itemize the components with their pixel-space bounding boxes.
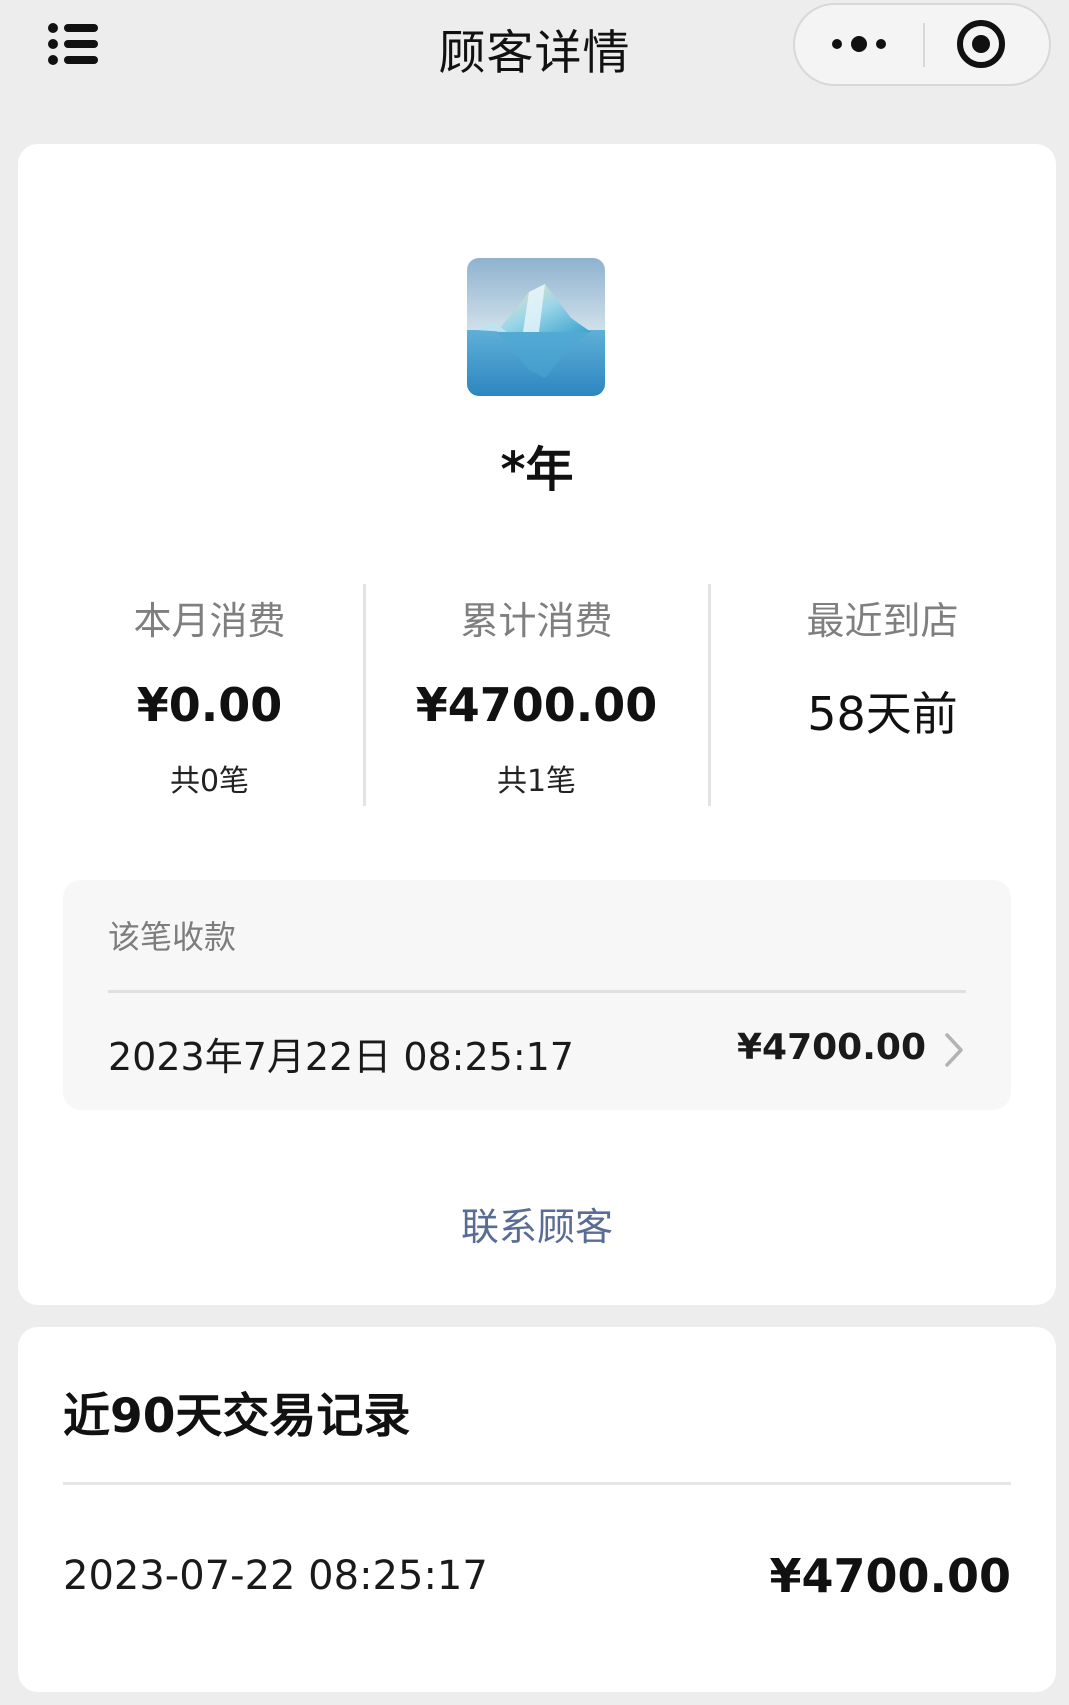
target-close-icon[interactable] xyxy=(925,5,1049,84)
transaction-history-card: 近90天交易记录 2023-07-22 08:25:17 ¥4700.00 xyxy=(18,1327,1056,1692)
payment-row[interactable]: 2023年7月22日 08:25:17 ¥4700.00 xyxy=(63,994,1011,1108)
customer-name: *年 xyxy=(500,442,574,498)
transaction-amount: ¥4700.00 xyxy=(769,1549,1011,1603)
transaction-datetime: 2023-07-22 08:25:17 xyxy=(63,1553,488,1599)
customer-stats: 本月消费 ¥0.00 共0笔 累计消费 ¥4700.00 共1笔 最近到店 58… xyxy=(18,584,1056,810)
payment-section-title: 该笔收款 xyxy=(108,918,237,956)
stat-label: 最近到店 xyxy=(806,599,959,643)
payment-amount: ¥4700.00 xyxy=(736,1027,926,1068)
stat-value: ¥0.00 xyxy=(136,678,283,732)
avatar xyxy=(467,258,605,396)
payment-datetime: 2023年7月22日 08:25:17 xyxy=(108,1035,574,1079)
customer-profile-card: *年 本月消费 ¥0.00 共0笔 累计消费 ¥4700.00 共1笔 最近到店… xyxy=(18,144,1056,1305)
stat-monthly-spend: 本月消费 ¥0.00 共0笔 xyxy=(37,584,382,810)
contact-customer-button[interactable]: 联系顾客 xyxy=(18,1196,1056,1251)
chevron-right-icon xyxy=(944,1032,964,1068)
stat-count: 共1笔 xyxy=(496,764,577,799)
stat-label: 本月消费 xyxy=(133,599,286,643)
stat-value: 58天前 xyxy=(807,687,958,741)
divider xyxy=(63,1482,1011,1485)
more-dots-icon[interactable] xyxy=(795,5,923,84)
navigation-bar: 顾客详情 xyxy=(0,0,1069,95)
payment-section: 该笔收款 2023年7月22日 08:25:17 ¥4700.00 xyxy=(63,880,1011,1110)
divider xyxy=(108,990,966,993)
mini-program-capsule xyxy=(793,3,1051,86)
stat-last-visit: 最近到店 58天前 xyxy=(710,584,1055,810)
table-row[interactable]: 2023-07-22 08:25:17 ¥4700.00 xyxy=(18,1487,1056,1667)
stat-total-spend: 累计消费 ¥4700.00 共1笔 xyxy=(364,584,709,810)
section-title: 近90天交易记录 xyxy=(63,1389,411,1444)
list-menu-icon[interactable] xyxy=(46,22,104,70)
stat-value: ¥4700.00 xyxy=(415,678,658,732)
stat-count: 共0笔 xyxy=(169,764,250,799)
stat-label: 累计消费 xyxy=(460,599,613,643)
